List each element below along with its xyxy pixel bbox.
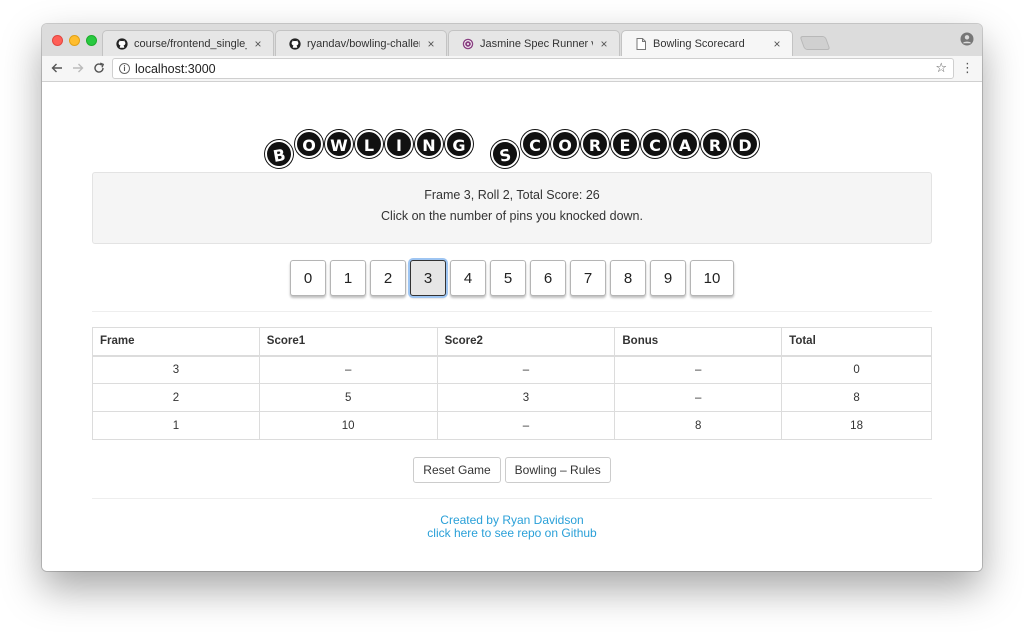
action-buttons: Reset Game Bowling – Rules [42, 457, 982, 483]
profile-icon[interactable] [960, 32, 974, 46]
title-letter: W [325, 129, 353, 158]
bookmark-star-icon[interactable]: ☆ [935, 60, 947, 76]
title-letter: L [355, 129, 383, 158]
table-cell: 8 [781, 383, 932, 412]
table-cell: 1 [92, 411, 260, 440]
pin-button-9[interactable]: 9 [650, 260, 686, 296]
close-tab-icon[interactable]: × [597, 37, 611, 51]
tab-bowling-challenge[interactable]: ryandav/bowling-challenge: Cr × [275, 30, 447, 56]
pin-button-7[interactable]: 7 [570, 260, 606, 296]
browser-window: course/frontend_single_page_a × ryandav/… [42, 24, 982, 571]
divider [92, 311, 932, 312]
table-cell: 8 [614, 411, 783, 440]
tab-strip: course/frontend_single_page_a × ryandav/… [42, 24, 982, 56]
table-cell: – [436, 355, 616, 384]
table-cell: 3 [436, 383, 616, 412]
tab-label: ryandav/bowling-challenge: Cr [307, 37, 420, 50]
title-letter: A [671, 129, 699, 158]
title-letter: R [701, 129, 729, 158]
table-cell: 3 [92, 355, 260, 384]
pin-button-0[interactable]: 0 [290, 260, 326, 296]
title-letter: C [521, 129, 549, 158]
column-header: Frame [92, 327, 260, 357]
github-icon [288, 37, 301, 50]
table-cell: 0 [781, 355, 932, 384]
title-letter: R [581, 129, 609, 158]
page-title: BOWLINGSCORECARD [42, 128, 982, 170]
title-letter: O [295, 129, 323, 158]
title-letter: D [731, 129, 759, 158]
tab-label: course/frontend_single_page_a [134, 37, 247, 50]
game-status: Frame 3, Roll 2, Total Score: 26 [424, 188, 600, 202]
column-header: Total [781, 327, 932, 357]
title-word-bowling: BOWLING [262, 128, 474, 170]
back-arrow-icon[interactable] [48, 59, 66, 77]
page-content: BOWLINGSCORECARD Frame 3, Roll 2, Total … [42, 82, 982, 571]
table-cell: – [614, 383, 783, 412]
bowling-rules-button[interactable]: Bowling – Rules [504, 457, 611, 483]
table-cell: – [436, 411, 616, 440]
minimize-window-button[interactable] [69, 35, 80, 46]
pin-button-8[interactable]: 8 [610, 260, 646, 296]
divider [92, 498, 932, 499]
pin-button-5[interactable]: 5 [490, 260, 526, 296]
table-cell: – [258, 355, 438, 384]
footer: Created by Ryan Davidson click here to s… [42, 514, 982, 540]
status-panel: Frame 3, Roll 2, Total Score: 26 Click o… [92, 172, 932, 244]
instruction-text: Click on the number of pins you knocked … [381, 209, 643, 223]
new-tab-button[interactable] [799, 36, 831, 50]
pin-button-3[interactable]: 3 [410, 260, 446, 296]
browser-toolbar: i localhost:3000 ☆ ⋮ [42, 56, 982, 82]
close-tab-icon[interactable]: × [424, 37, 438, 51]
pin-button-6[interactable]: 6 [530, 260, 566, 296]
tab-label: Jasmine Spec Runner v2.7.0 [480, 37, 593, 50]
kebab-menu-icon[interactable]: ⋮ [961, 60, 974, 76]
close-window-button[interactable] [52, 35, 63, 46]
jasmine-icon [461, 37, 474, 50]
page-icon [634, 37, 647, 50]
title-letter: C [641, 129, 669, 158]
table-row: 2 5 3 – 8 [92, 383, 932, 412]
pin-button-2[interactable]: 2 [370, 260, 406, 296]
tab-label: Bowling Scorecard [653, 37, 745, 50]
reload-icon[interactable] [90, 59, 108, 77]
title-letter: B [262, 137, 296, 170]
pin-button-4[interactable]: 4 [450, 260, 486, 296]
title-letter: S [488, 137, 522, 170]
info-icon[interactable]: i [119, 63, 130, 74]
pin-buttons: 0 1 2 3 4 5 6 7 8 9 10 [42, 260, 982, 296]
column-header: Bonus [614, 327, 783, 357]
table-cell: 18 [781, 411, 932, 440]
table-cell: 2 [92, 383, 260, 412]
title-letter: O [551, 129, 579, 158]
url-text: localhost:3000 [135, 61, 216, 76]
reset-game-button[interactable]: Reset Game [413, 457, 501, 483]
pin-button-1[interactable]: 1 [330, 260, 366, 296]
pin-button-10[interactable]: 10 [690, 260, 734, 296]
github-repo-link[interactable]: click here to see repo on Github [42, 527, 982, 540]
forward-arrow-icon[interactable] [69, 59, 87, 77]
title-word-scorecard: SCORECARD [488, 128, 760, 170]
tab-jasmine-spec-runner[interactable]: Jasmine Spec Runner v2.7.0 × [448, 30, 620, 56]
title-letter: E [611, 129, 639, 158]
address-bar[interactable]: i localhost:3000 ☆ [112, 58, 954, 79]
table-row: 3 – – – 0 [92, 355, 932, 384]
column-header: Score1 [258, 327, 438, 357]
table-cell: 10 [258, 411, 438, 440]
maximize-window-button[interactable] [86, 35, 97, 46]
table-cell: – [614, 355, 783, 384]
github-icon [115, 37, 128, 50]
table-cell: 5 [258, 383, 438, 412]
score-table: Frame Score1 Score2 Bonus Total 3 – – – … [92, 327, 932, 440]
tab-course-frontend[interactable]: course/frontend_single_page_a × [102, 30, 274, 56]
title-letter: G [445, 129, 473, 158]
close-tab-icon[interactable]: × [770, 37, 784, 51]
column-header: Score2 [436, 327, 616, 357]
title-letter: I [385, 129, 413, 158]
close-tab-icon[interactable]: × [251, 37, 265, 51]
tab-bowling-scorecard[interactable]: Bowling Scorecard × [621, 30, 793, 56]
table-row: 1 10 – 8 18 [92, 411, 932, 440]
title-letter: N [415, 129, 443, 158]
table-header-row: Frame Score1 Score2 Bonus Total [92, 327, 932, 357]
